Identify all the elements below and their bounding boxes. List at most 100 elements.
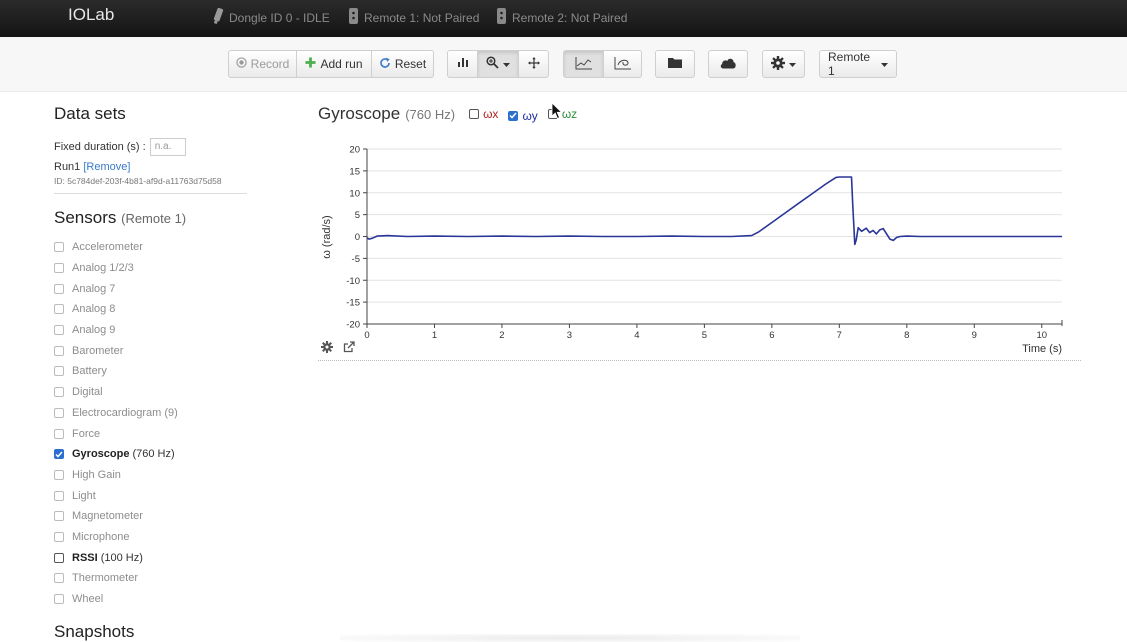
chart-title: Gyroscope bbox=[318, 104, 401, 123]
sensor-high-gain[interactable]: High Gain bbox=[54, 465, 249, 486]
y-tick-label: 5 bbox=[355, 210, 360, 221]
checkbox[interactable] bbox=[54, 242, 64, 253]
checkbox[interactable] bbox=[54, 366, 64, 377]
run-name[interactable]: Run1 bbox=[54, 161, 80, 173]
checkbox[interactable] bbox=[54, 345, 64, 356]
sensor-analog-8[interactable]: Analog 8 bbox=[54, 299, 249, 320]
checkbox[interactable] bbox=[54, 428, 64, 439]
checkbox[interactable] bbox=[54, 263, 64, 274]
sensor-analog-7[interactable]: Analog 7 bbox=[54, 278, 249, 299]
top-navbar: IOLab Dongle ID 0 - IDLE Remote 1: Not P… bbox=[0, 0, 1127, 37]
sensor-wheel[interactable]: Wheel bbox=[54, 589, 249, 610]
settings-dropdown-button[interactable] bbox=[762, 50, 805, 78]
checkbox[interactable] bbox=[469, 109, 480, 119]
sensor-barometer[interactable]: Barometer bbox=[54, 340, 249, 361]
checkmark-icon bbox=[509, 112, 517, 119]
checkbox[interactable] bbox=[54, 387, 64, 398]
toggle-wx[interactable]: ωx bbox=[469, 107, 498, 121]
record-icon bbox=[235, 57, 247, 71]
bar-chart-icon bbox=[457, 57, 469, 71]
toggle-wy[interactable]: ωy bbox=[508, 109, 538, 123]
move-arrows-icon bbox=[527, 56, 540, 72]
y-tick-label: 10 bbox=[349, 188, 360, 199]
sensor-battery[interactable]: Battery bbox=[54, 361, 249, 382]
x-tick-label: 3 bbox=[567, 330, 572, 341]
caret-down-icon bbox=[881, 57, 888, 71]
y-tick-label: 15 bbox=[349, 166, 360, 177]
external-link-icon[interactable] bbox=[343, 341, 355, 356]
gyroscope-chart[interactable]: 20 15 10 5 0 -5 -10 -15 -20 0 1 2 3 4 5 6 7 8 9 10 ω (rad/s… bbox=[318, 138, 1078, 360]
sensor-analog-9[interactable]: Analog 9 bbox=[54, 320, 249, 341]
checkbox[interactable] bbox=[54, 573, 64, 584]
remote-device-icon bbox=[348, 7, 359, 28]
sensor-light[interactable]: Light bbox=[54, 485, 249, 506]
sensor-gyroscope[interactable]: Gyroscope (760 Hz) bbox=[54, 444, 249, 465]
checkbox[interactable] bbox=[54, 469, 64, 480]
checkbox[interactable] bbox=[54, 552, 64, 563]
zoom-icon bbox=[486, 56, 499, 72]
run-row: Run1 [Remove] bbox=[54, 161, 249, 173]
caret-down-icon bbox=[789, 57, 796, 71]
cloud-button[interactable] bbox=[708, 50, 748, 78]
sensor-digital[interactable]: Digital bbox=[54, 382, 249, 403]
bar-chart-button[interactable] bbox=[447, 50, 478, 78]
x-tick-label: 0 bbox=[364, 330, 369, 341]
series-line-wy bbox=[366, 176, 1062, 246]
chart-header: Gyroscope (760 Hz) ωx ωy ωz bbox=[318, 104, 577, 124]
checkbox-checked[interactable] bbox=[54, 449, 64, 460]
add-run-button[interactable]: Add run bbox=[296, 50, 372, 78]
checkbox[interactable] bbox=[54, 407, 64, 418]
run-id: ID: 5c784def-203f-4b81-af9d-a11763d75d58 bbox=[54, 176, 222, 186]
remove-run-link[interactable]: [Remove] bbox=[83, 161, 130, 173]
y-axis-label: ω (rad/s) bbox=[321, 215, 333, 258]
checkmark-icon bbox=[55, 451, 63, 458]
datasets-heading: Data sets bbox=[54, 104, 126, 123]
caret-down-icon bbox=[503, 57, 510, 71]
checkbox[interactable] bbox=[54, 511, 64, 522]
x-tick-label: 2 bbox=[499, 330, 504, 341]
sensor-force[interactable]: Force bbox=[54, 423, 249, 444]
open-folder-button[interactable] bbox=[655, 50, 695, 78]
fixed-duration-input[interactable]: n.a. bbox=[149, 138, 186, 156]
remote1-status-text: Remote 1: Not Paired bbox=[364, 10, 480, 25]
checkbox[interactable] bbox=[54, 490, 64, 501]
dongle-status-text: Dongle ID 0 - IDLE bbox=[229, 10, 330, 25]
chart-rate: (760 Hz) bbox=[405, 107, 456, 122]
chart-settings-gear-icon[interactable] bbox=[321, 341, 333, 356]
x-tick-label: 6 bbox=[769, 330, 774, 341]
x-tick-label: 9 bbox=[972, 330, 977, 341]
y-tick-label: 20 bbox=[349, 145, 360, 156]
dongle-status: Dongle ID 0 - IDLE bbox=[212, 7, 330, 28]
sensor-accelerometer[interactable]: Accelerometer bbox=[54, 237, 249, 258]
checkbox-checked[interactable] bbox=[508, 110, 519, 121]
remote2-status-text: Remote 2: Not Paired bbox=[512, 10, 628, 25]
remote-device-icon bbox=[496, 7, 507, 28]
plus-icon bbox=[305, 57, 317, 71]
checkbox[interactable] bbox=[54, 531, 64, 542]
xy-plot-view-button[interactable] bbox=[603, 50, 642, 78]
cloud-icon bbox=[719, 57, 737, 72]
checkbox[interactable] bbox=[54, 594, 64, 605]
checkbox[interactable] bbox=[54, 325, 64, 336]
remote1-status: Remote 1: Not Paired bbox=[348, 7, 479, 28]
y-tick-label: 0 bbox=[355, 232, 360, 243]
sensor-analog-123[interactable]: Analog 1/2/3 bbox=[54, 258, 249, 279]
sensor-electrocardiogram[interactable]: Electrocardiogram (9) bbox=[54, 403, 249, 424]
checkbox[interactable] bbox=[54, 304, 64, 315]
sensor-thermometer[interactable]: Thermometer bbox=[54, 568, 249, 589]
checkbox[interactable] bbox=[54, 283, 64, 294]
zoom-dropdown-button[interactable] bbox=[477, 50, 519, 78]
record-button[interactable]: Record bbox=[228, 50, 297, 78]
sensor-microphone[interactable]: Microphone bbox=[54, 527, 249, 548]
sensor-rssi[interactable]: RSSI (100 Hz) bbox=[54, 547, 249, 568]
x-tick-label: 7 bbox=[837, 330, 842, 341]
snapshots-heading: Snapshots bbox=[54, 622, 135, 641]
sensor-list: Accelerometer Analog 1/2/3 Analog 7 Anal… bbox=[54, 237, 249, 609]
time-series-view-button[interactable] bbox=[563, 50, 604, 78]
sensor-magnetometer[interactable]: Magnetometer bbox=[54, 506, 249, 527]
pan-button[interactable] bbox=[518, 50, 549, 78]
remote-select-dropdown[interactable]: Remote 1 bbox=[819, 50, 897, 78]
x-axis-label: Time (s) bbox=[1022, 343, 1062, 355]
reset-button[interactable]: Reset bbox=[371, 50, 434, 78]
brand-logo[interactable]: IOLab bbox=[68, 5, 114, 25]
